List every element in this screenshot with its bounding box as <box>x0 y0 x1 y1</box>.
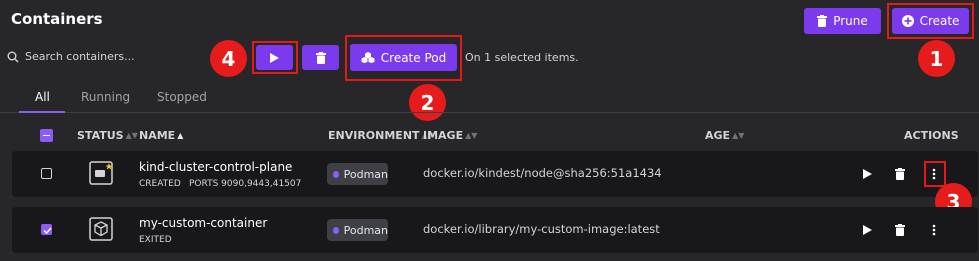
row-checkbox[interactable] <box>41 224 52 235</box>
container-image: docker.io/kindest/node@sha256:51a1434 <box>423 166 662 180</box>
annotation-badge-4: 4 <box>210 40 247 77</box>
tab-running[interactable]: Running <box>81 90 130 104</box>
highlight-create <box>887 3 974 39</box>
header-actions-label: ACTIONS <box>904 129 959 142</box>
prune-button[interactable]: Prune <box>804 8 881 34</box>
indeterminate-mark <box>43 134 50 136</box>
container-cube-icon <box>89 217 113 241</box>
header-image[interactable]: IMAGE ▲▼ <box>423 129 477 142</box>
tab-stopped[interactable]: Stopped <box>157 90 207 104</box>
start-button[interactable] <box>860 167 874 181</box>
selection-text: On 1 selected items. <box>465 51 579 64</box>
container-state: CREATED <box>139 179 181 189</box>
header-age[interactable]: AGE ▲▼ <box>705 129 744 142</box>
sort-icon: ▲▼ <box>732 131 745 140</box>
search-icon <box>7 51 19 62</box>
highlight-bulk-start <box>252 41 298 74</box>
delete-button[interactable] <box>893 167 907 181</box>
container-state: EXITED <box>139 235 172 245</box>
highlight-create-pod <box>345 35 462 81</box>
tab-all[interactable]: All <box>35 90 50 104</box>
trash-icon <box>895 168 905 180</box>
play-icon <box>862 169 872 179</box>
container-starred-icon <box>89 161 113 185</box>
play-icon <box>862 225 872 235</box>
environment-label: Podman <box>343 167 388 181</box>
header-actions: ACTIONS <box>904 129 959 142</box>
container-name[interactable]: kind-cluster-control-plane <box>139 160 292 174</box>
trash-icon <box>315 51 326 64</box>
trash-icon <box>817 15 828 27</box>
prune-label: Prune <box>833 14 868 28</box>
highlight-kebab <box>924 161 946 187</box>
sort-icon: ▲▼ <box>465 131 478 140</box>
environment-label: Podman <box>343 223 388 237</box>
annotation-badge-1: 1 <box>918 40 955 77</box>
environment-badge: Podman <box>327 163 388 185</box>
header-environment-label: ENVIRONMENT <box>328 129 420 142</box>
header-name-label: NAME <box>139 129 176 142</box>
kebab-icon <box>932 224 936 236</box>
header-environment[interactable]: ENVIRONMENT ▲▼ <box>328 129 434 142</box>
podman-dot-icon <box>333 226 339 234</box>
row-checkbox[interactable] <box>41 168 52 179</box>
tab-active-indicator <box>19 111 65 113</box>
header-status[interactable]: STATUS ▲▼ <box>77 129 138 142</box>
delete-button[interactable] <box>893 223 907 237</box>
tab-divider <box>0 112 979 113</box>
container-ports: PORTS 9090,9443,41507 <box>189 179 302 189</box>
environment-badge: Podman <box>327 219 388 241</box>
page-title: Containers <box>11 10 103 28</box>
container-name[interactable]: my-custom-container <box>139 216 267 230</box>
header-age-label: AGE <box>705 129 731 142</box>
search-input[interactable] <box>25 50 205 63</box>
start-button[interactable] <box>860 223 874 237</box>
podman-dot-icon <box>333 170 339 178</box>
annotation-badge-2: 2 <box>409 84 446 121</box>
header-status-label: STATUS <box>77 129 124 142</box>
search-bar[interactable] <box>7 50 205 63</box>
check-icon <box>43 227 52 235</box>
container-image: docker.io/library/my-custom-image:latest <box>423 222 660 236</box>
sort-asc-icon: ▲ <box>177 131 184 140</box>
header-name[interactable]: NAME ▲ <box>139 129 183 142</box>
sort-icon: ▲▼ <box>125 131 138 140</box>
bulk-delete-button[interactable] <box>302 45 339 70</box>
trash-icon <box>895 224 905 236</box>
header-image-label: IMAGE <box>423 129 464 142</box>
select-all-checkbox[interactable] <box>40 129 53 142</box>
kebab-menu-button[interactable] <box>928 222 940 238</box>
